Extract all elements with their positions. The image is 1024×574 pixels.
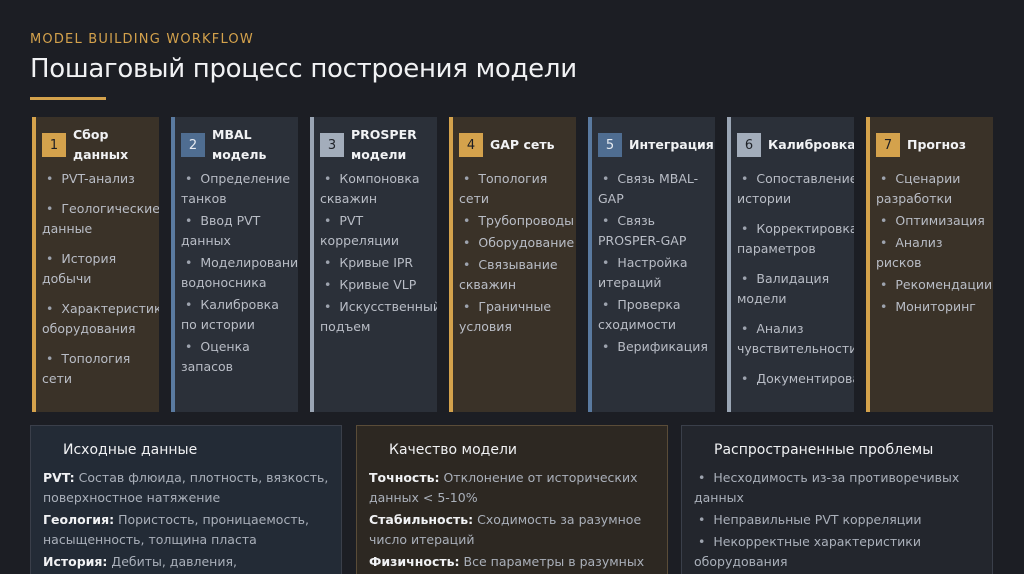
row-key: Стабильность: xyxy=(369,512,474,527)
list-item: Связь MBAL-GAP xyxy=(598,169,711,209)
step-5: 5 Интеграция Связь MBAL-GAP Связь PROSPE… xyxy=(588,117,715,412)
list-item: Сценарии разработки xyxy=(876,169,989,209)
row-key: Физичность: xyxy=(369,554,460,569)
step-7: 7 Прогноз Сценарии разработки Оптимизаци… xyxy=(866,117,993,412)
row-key: История: xyxy=(43,554,108,569)
list-item: Трубопроводы xyxy=(459,211,574,231)
list-item: Определение танков xyxy=(181,169,294,209)
step-title: Калибровка xyxy=(768,137,854,152)
step-title: Сбор данных xyxy=(73,127,129,162)
list-item: Несходимость из-за противоречивых данных xyxy=(694,468,976,508)
panel-row: PVT: Состав флюида, плотность, вязкость,… xyxy=(43,468,329,508)
list-item: Верификация xyxy=(598,337,711,357)
list-item: PVT корреляции xyxy=(320,211,433,251)
list-item: Мониторинг xyxy=(876,297,989,317)
list-item: Кривые VLP xyxy=(320,275,433,295)
list-item: Калибровка по истории xyxy=(181,295,294,335)
panel-row: Геология: Пористость, проницаемость, нас… xyxy=(43,510,329,550)
row-key: PVT: xyxy=(43,470,75,485)
step-number: 5 xyxy=(598,133,622,157)
step-6: 6 Калибровка Сопоставление истории Корре… xyxy=(727,117,854,412)
list-item: Документирование xyxy=(737,369,854,389)
row-value: Состав флюида, плотность, вязкость, пове… xyxy=(43,470,329,505)
step-items: Определение танков Ввод PVT данных Модел… xyxy=(181,169,298,377)
list-item: Анализ рисков xyxy=(876,233,989,273)
step-items: PVT-анализ Геологические данные История … xyxy=(42,169,159,389)
workflow-steps: 1 Сбор данных PVT-анализ Геологические д… xyxy=(32,117,994,412)
list-item: Проверка сходимости xyxy=(598,295,711,335)
list-item: Сопоставление истории xyxy=(737,169,854,209)
step-number: 4 xyxy=(459,133,483,157)
step-items: Связь MBAL-GAP Связь PROSPER-GAP Настрой… xyxy=(598,169,715,357)
list-item: Настройка итераций xyxy=(598,253,711,293)
step-items: Компоновка скважин PVT корреляции Кривые… xyxy=(320,169,437,337)
step-header: 4 GAP сеть xyxy=(459,125,576,165)
list-item: Геологические данные xyxy=(42,199,159,239)
list-item: Кривые IPR xyxy=(320,253,433,273)
step-title: Интеграция xyxy=(629,137,714,152)
step-title: PROSPER модели xyxy=(351,127,417,162)
step-number: 2 xyxy=(181,133,205,157)
step-2: 2 MBAL модель Определение танков Ввод PV… xyxy=(171,117,298,412)
inputs-panel: Исходные данные PVT: Состав флюида, плот… xyxy=(30,425,342,574)
list-item: Характеристики оборудования xyxy=(42,299,159,339)
panel-row: Стабильность: Сходимость за разумное чис… xyxy=(369,510,655,550)
list-item: Топология сети xyxy=(42,349,155,389)
list-item: Корректировка параметров xyxy=(737,219,854,259)
problems-panel: Распространенные проблемы Несходимость и… xyxy=(681,425,993,574)
step-3: 3 PROSPER модели Компоновка скважин PVT … xyxy=(310,117,437,412)
step-header: 5 Интеграция xyxy=(598,125,715,165)
step-header: 3 PROSPER модели xyxy=(320,125,437,165)
step-header: 2 MBAL модель xyxy=(181,125,298,165)
kicker: MODEL BUILDING WORKFLOW xyxy=(30,32,254,47)
list-item: Топология сети xyxy=(459,169,572,209)
list-item: Неправильные PVT корреляции xyxy=(694,510,976,530)
step-header: 7 Прогноз xyxy=(876,125,993,165)
title-underline xyxy=(30,97,106,100)
problems-list: Несходимость из-за противоречивых данных… xyxy=(694,468,980,572)
page-title: Пошаговый процесс построения модели xyxy=(30,54,577,84)
step-header: 6 Калибровка xyxy=(737,125,854,165)
step-number: 1 xyxy=(42,133,66,157)
list-item: Искусственный подъем xyxy=(320,297,437,337)
step-title: Прогноз xyxy=(907,137,967,152)
step-title: GAP сеть xyxy=(490,137,555,152)
step-1: 1 Сбор данных PVT-анализ Геологические д… xyxy=(32,117,159,412)
panel-title: Распространенные проблемы xyxy=(714,442,934,458)
step-number: 3 xyxy=(320,133,344,157)
panel-title: Качество модели xyxy=(389,442,517,458)
list-item: Связывание скважин xyxy=(459,255,572,295)
list-item: Рекомендации xyxy=(876,275,992,295)
row-key: Геология: xyxy=(43,512,115,527)
step-number: 6 xyxy=(737,133,761,157)
list-item: Компоновка скважин xyxy=(320,169,433,209)
list-item: Моделирование водоносника xyxy=(181,253,298,293)
step-title: MBAL модель xyxy=(212,127,267,162)
row-value: Все параметры в разумных xyxy=(463,554,645,569)
step-header: 1 Сбор данных xyxy=(42,125,159,165)
list-item: Анализ чувствительности xyxy=(737,319,854,359)
list-item: Валидация модели xyxy=(737,269,850,309)
panel-title: Исходные данные xyxy=(63,442,198,458)
panel-row: История: Дебиты, давления, обводненность… xyxy=(43,552,329,574)
list-item: Оборудование xyxy=(459,233,574,253)
list-item: Оптимизация xyxy=(876,211,989,231)
step-4: 4 GAP сеть Топология сети Трубопроводы О… xyxy=(449,117,576,412)
list-item: Оценка запасов xyxy=(181,337,294,377)
list-item: Ввод PVT данных xyxy=(181,211,294,251)
list-item: Некорректные характеристики оборудования xyxy=(694,532,976,572)
step-number: 7 xyxy=(876,133,900,157)
list-item: Граничные условия xyxy=(459,297,572,337)
list-item: PVT-анализ xyxy=(42,169,155,189)
panel-row: Физичность: Все параметры в разумных xyxy=(369,552,655,572)
quality-panel: Качество модели Точность: Отклонение от … xyxy=(356,425,668,574)
list-item: История добычи xyxy=(42,249,155,289)
row-key: Точность: xyxy=(369,470,440,485)
panel-row: Точность: Отклонение от исторических дан… xyxy=(369,468,655,508)
step-items: Сопоставление истории Корректировка пара… xyxy=(737,169,854,389)
list-item: Связь PROSPER-GAP xyxy=(598,211,711,251)
step-items: Топология сети Трубопроводы Оборудование… xyxy=(459,169,576,337)
step-items: Сценарии разработки Оптимизация Анализ р… xyxy=(876,169,993,317)
